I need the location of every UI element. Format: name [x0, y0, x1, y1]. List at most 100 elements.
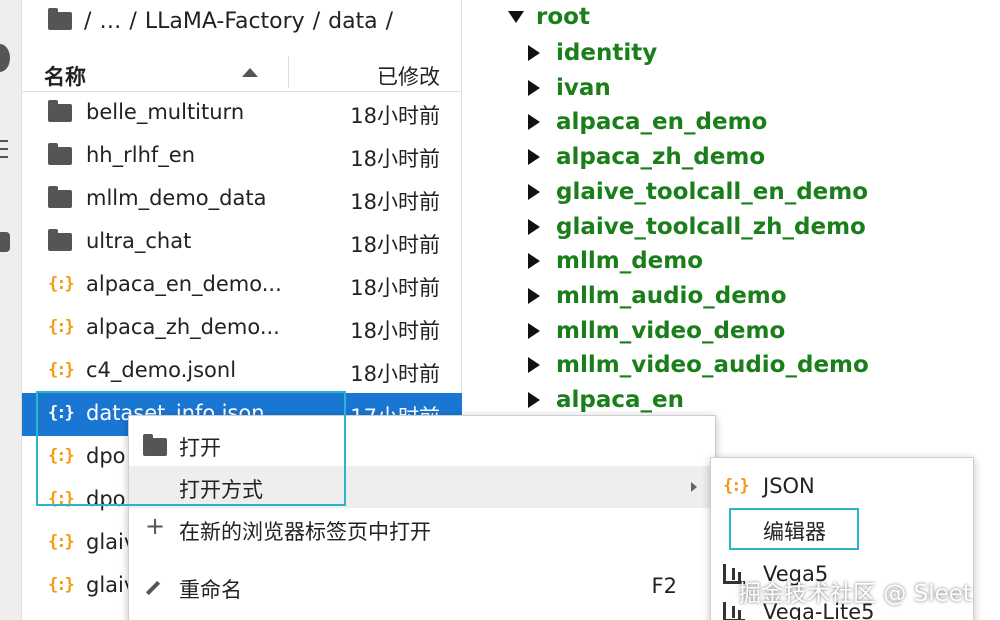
submenu-item-json[interactable]: {:} JSON [711, 466, 973, 508]
expand-right-icon[interactable] [528, 149, 540, 166]
tree-node[interactable]: glaive_toolcall_en_demo [528, 175, 868, 209]
json-file-icon: {:} [723, 476, 750, 496]
expand-right-icon[interactable] [528, 322, 540, 339]
tree-node-key: alpaca_zh_demo [556, 144, 766, 171]
menu-item-open[interactable]: 打开 [129, 424, 715, 466]
breadcrumb-root[interactable]: / [84, 9, 91, 34]
json-file-icon: {:} [48, 317, 75, 337]
file-modified: 18小时前 [350, 276, 440, 300]
tree-node-key: alpaca_en_demo [556, 109, 768, 136]
file-name: dpo [86, 444, 126, 468]
tree-node-key: mllm_video_audio_demo [556, 352, 869, 379]
breadcrumb-separator: / [385, 8, 394, 34]
file-row[interactable]: {:} c4_demo.jsonl 18小时前 [22, 350, 462, 393]
tree-root[interactable]: root [508, 4, 590, 30]
file-list-header: 名称 已修改 [22, 54, 462, 92]
file-modified: 18小时前 [350, 190, 440, 214]
file-name: ultra_chat [86, 229, 192, 253]
json-file-icon: {:} [48, 403, 75, 423]
tree-node[interactable]: mllm_video_demo [528, 314, 785, 348]
pencil-icon [145, 580, 161, 596]
json-file-icon: {:} [48, 575, 75, 595]
breadcrumb-llama-factory[interactable]: LLaMA-Factory [145, 9, 305, 34]
folder-icon [48, 143, 72, 165]
file-row[interactable]: hh_rlhf_en 18小时前 [22, 135, 462, 178]
tree-node[interactable]: mllm_video_audio_demo [528, 348, 869, 382]
breadcrumb: / … / LLaMA-Factory / data / [48, 6, 401, 36]
tree-node[interactable]: glaive_toolcall_zh_demo [528, 210, 866, 244]
activity-bar [0, 0, 22, 620]
expand-right-icon[interactable] [528, 253, 540, 270]
extension-icon[interactable] [0, 232, 10, 252]
tree-node-key: alpaca_en [556, 387, 685, 413]
file-name: alpaca_zh_demo... [86, 315, 280, 339]
file-name: mllm_demo_data [86, 186, 267, 210]
file-modified: 18小时前 [350, 362, 440, 386]
expand-right-icon[interactable] [528, 357, 540, 374]
menu-item-rename[interactable]: 重命名 F2 [129, 566, 715, 608]
expand-right-icon[interactable] [528, 392, 540, 408]
json-file-icon: {:} [48, 446, 75, 466]
expand-right-icon[interactable] [528, 183, 540, 200]
tree-node-key: glaive_toolcall_en_demo [556, 178, 869, 205]
column-modified-header[interactable]: 已修改 [377, 61, 440, 91]
expand-right-icon[interactable] [528, 79, 540, 96]
folder-icon [48, 229, 72, 251]
chevron-right-icon [691, 482, 697, 492]
file-modified: 18小时前 [350, 319, 440, 343]
tree-node[interactable]: mllm_demo [528, 244, 703, 278]
plus-icon: + [145, 512, 166, 540]
file-row[interactable]: belle_multiturn 18小时前 [22, 92, 462, 135]
sort-ascending-icon[interactable] [242, 68, 258, 77]
file-name: c4_demo.jsonl [86, 358, 237, 382]
file-name: alpaca_en_demo... [86, 272, 282, 296]
file-modified: 18小时前 [350, 147, 440, 171]
tree-node-key: identity [556, 40, 658, 66]
folder-icon [48, 100, 72, 122]
file-row[interactable]: mllm_demo_data 18小时前 [22, 178, 462, 221]
json-file-icon: {:} [48, 489, 75, 509]
tree-root-label: root [536, 4, 590, 30]
column-divider[interactable] [288, 56, 289, 88]
expand-right-icon[interactable] [528, 114, 540, 131]
file-modified: 18小时前 [350, 104, 440, 128]
user-icon[interactable] [0, 44, 10, 72]
breadcrumb-separator: / [129, 8, 137, 34]
tree-node-key: ivan [556, 74, 611, 101]
expand-right-icon[interactable] [528, 287, 540, 304]
watermark: 掘金技术社区 @ Sleet [738, 581, 972, 607]
tree-node-key: mllm_video_demo [556, 317, 786, 344]
context-menu: 打开 打开方式 + 在新的浏览器标签页中打开 重命名 F2 删除 [128, 415, 716, 620]
json-file-icon: {:} [48, 274, 75, 294]
menu-item-open-with[interactable]: 打开方式 [129, 466, 715, 508]
folder-icon[interactable] [48, 8, 72, 30]
list-icon[interactable] [0, 140, 8, 160]
file-name: hh_rlhf_en [86, 143, 196, 167]
file-row[interactable]: {:} alpaca_en_demo... 18小时前 [22, 264, 462, 307]
tree-node-key: glaive_toolcall_zh_demo [556, 213, 866, 240]
file-modified: 18小时前 [350, 233, 440, 257]
breadcrumb-separator: / [312, 8, 321, 34]
menu-item-open-new-tab[interactable]: + 在新的浏览器标签页中打开 [129, 508, 715, 550]
breadcrumb-data[interactable]: data [328, 9, 378, 34]
tree-node[interactable]: mllm_audio_demo [528, 279, 787, 313]
file-row[interactable]: ultra_chat 18小时前 [22, 221, 462, 264]
breadcrumb-ellipsis[interactable]: … [99, 9, 121, 34]
tree-node[interactable]: alpaca_zh_demo [528, 140, 765, 174]
folder-icon [143, 434, 167, 456]
menu-item-delete[interactable]: 删除 [129, 608, 715, 620]
file-row[interactable]: {:} alpaca_zh_demo... 18小时前 [22, 307, 462, 350]
expand-down-icon[interactable] [508, 11, 524, 23]
tree-node[interactable]: alpaca_en_demo [528, 105, 767, 139]
tree-node[interactable]: ivan [528, 71, 611, 105]
submenu-item-editor[interactable]: 编辑器 [711, 508, 973, 550]
rename-shortcut: F2 [651, 574, 677, 598]
file-name: belle_multiturn [86, 100, 245, 124]
json-file-icon: {:} [48, 360, 75, 380]
expand-right-icon[interactable] [528, 218, 540, 235]
expand-right-icon[interactable] [528, 45, 540, 61]
tree-node[interactable]: alpaca_en [528, 383, 684, 417]
column-name-header[interactable]: 名称 [44, 61, 86, 91]
tree-node[interactable]: identity [528, 36, 657, 70]
tree-node-key: mllm_audio_demo [556, 282, 787, 309]
